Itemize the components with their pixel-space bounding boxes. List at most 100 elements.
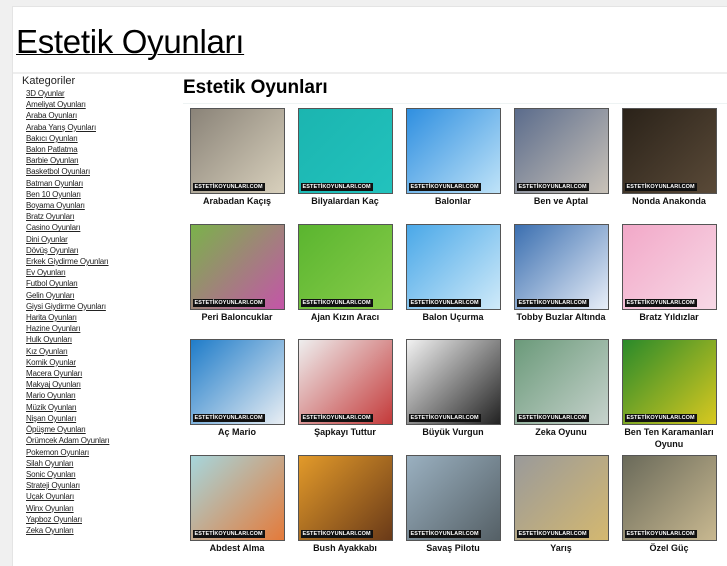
sidebar-category-link[interactable]: Araba Yarış Oyunları	[26, 122, 182, 133]
sidebar-category-link[interactable]: Araba Oyunları	[26, 110, 182, 121]
sidebar-category-link[interactable]: Dövüş Oyunları	[26, 245, 182, 256]
game-title-link[interactable]: Ben ve Aptal	[507, 196, 615, 208]
sidebar-category-link[interactable]: Dini Oyunlar	[26, 234, 182, 245]
game-thumbnail[interactable]: ESTETİKOYUNLARI.COM	[297, 454, 393, 541]
sidebar-category-link[interactable]: Zeka Oyunları	[26, 525, 182, 536]
game-title-link[interactable]: Ben Ten Karamanları Oyunu	[615, 427, 723, 450]
sidebar-category-link[interactable]: Kız Oyunları	[26, 346, 182, 357]
sidebar-category-link[interactable]: Müzik Oyunları	[26, 402, 182, 413]
game-card[interactable]: ESTETİKOYUNLARI.COM Bush Ayakkabı	[291, 454, 399, 555]
game-card[interactable]: ESTETİKOYUNLARI.COM Ajan Kızın Aracı	[291, 223, 399, 324]
game-thumbnail[interactable]: ESTETİKOYUNLARI.COM	[189, 454, 285, 541]
sidebar-category-link[interactable]: Makyaj Oyunları	[26, 379, 182, 390]
sidebar-category-link[interactable]: Giysi Giydirme Oyunları	[26, 301, 182, 312]
sidebar-category-link[interactable]: Bratz Oyunları	[26, 211, 182, 222]
game-card[interactable]: ESTETİKOYUNLARI.COM Peri Baloncuklar	[183, 223, 291, 324]
game-thumbnail[interactable]: ESTETİKOYUNLARI.COM	[297, 339, 393, 425]
sidebar-category-link[interactable]: Ameliyat Oyunları	[26, 99, 182, 110]
game-thumbnail[interactable]: ESTETİKOYUNLARI.COM	[621, 454, 717, 541]
sidebar-category-link[interactable]: Barbie Oyunları	[26, 155, 182, 166]
game-thumbnail[interactable]: ESTETİKOYUNLARI.COM	[621, 108, 717, 194]
game-thumbnail[interactable]: ESTETİKOYUNLARI.COM	[297, 108, 393, 194]
sidebar-category-link[interactable]: Macera Oyunları	[26, 368, 182, 379]
game-thumbnail[interactable]: ESTETİKOYUNLARI.COM	[513, 339, 609, 425]
game-title-link[interactable]: Özel Güç	[615, 543, 723, 555]
game-title-link[interactable]: Tobby Buzlar Altında	[507, 312, 615, 324]
game-title-link[interactable]: Balonlar	[399, 196, 507, 208]
game-card[interactable]: ESTETİKOYUNLARI.COM Savaş Pilotu	[399, 454, 507, 555]
game-title-link[interactable]: Arabadan Kaçış	[183, 196, 291, 208]
sidebar-category-link[interactable]: Hulk Oyunları	[26, 334, 182, 345]
sidebar-category-link[interactable]: Nişan Oyunları	[26, 413, 182, 424]
sidebar-category-link[interactable]: Casino Oyunları	[26, 222, 182, 233]
game-thumbnail[interactable]: ESTETİKOYUNLARI.COM	[405, 454, 501, 541]
game-thumbnail[interactable]: ESTETİKOYUNLARI.COM	[189, 108, 285, 194]
game-card[interactable]: ESTETİKOYUNLARI.COM Aç Mario	[183, 339, 291, 439]
game-thumbnail[interactable]: ESTETİKOYUNLARI.COM	[189, 223, 285, 310]
sidebar-category-link[interactable]: Harita Oyunları	[26, 312, 182, 323]
game-thumbnail[interactable]: ESTETİKOYUNLARI.COM	[513, 454, 609, 541]
game-thumbnail[interactable]: ESTETİKOYUNLARI.COM	[405, 223, 501, 310]
game-title-link[interactable]: Zeka Oyunu	[507, 427, 615, 439]
sidebar-category-link[interactable]: Futbol Oyunları	[26, 278, 182, 289]
game-card[interactable]: ESTETİKOYUNLARI.COM Bilyalardan Kaç	[291, 108, 399, 208]
game-thumbnail[interactable]: ESTETİKOYUNLARI.COM	[405, 339, 501, 425]
sidebar-category-link[interactable]: Balon Patlatma	[26, 144, 182, 155]
game-thumbnail[interactable]: ESTETİKOYUNLARI.COM	[297, 223, 393, 310]
sidebar-category-link[interactable]: Erkek Giydirme Oyunları	[26, 256, 182, 267]
game-card[interactable]: ESTETİKOYUNLARI.COM Büyük Vurgun	[399, 339, 507, 439]
game-card[interactable]: ESTETİKOYUNLARI.COM Tobby Buzlar Altında	[507, 223, 615, 324]
game-title-link[interactable]: Yarış	[507, 543, 615, 555]
sidebar-category-link[interactable]: Mario Oyunları	[26, 390, 182, 401]
game-card[interactable]: ESTETİKOYUNLARI.COM Ben Ten Karamanları O…	[615, 339, 723, 450]
game-card[interactable]: ESTETİKOYUNLARI.COM Balon Uçurma	[399, 223, 507, 324]
game-thumbnail[interactable]: ESTETİKOYUNLARI.COM	[189, 339, 285, 425]
game-card[interactable]: ESTETİKOYUNLARI.COM Zeka Oyunu	[507, 339, 615, 439]
sidebar-category-link[interactable]: Komik Oyunlar	[26, 357, 182, 368]
game-card[interactable]: ESTETİKOYUNLARI.COM Balonlar	[399, 108, 507, 208]
game-title-link[interactable]: Nonda Anakonda	[615, 196, 723, 208]
sidebar-category-link[interactable]: Gelin Oyunları	[26, 290, 182, 301]
game-title-link[interactable]: Bush Ayakkabı	[291, 543, 399, 555]
sidebar-category-link[interactable]: Uçak Oyunları	[26, 491, 182, 502]
site-title-link[interactable]: Estetik Oyunları	[16, 23, 244, 61]
game-thumbnail[interactable]: ESTETİKOYUNLARI.COM	[405, 108, 501, 194]
game-card[interactable]: ESTETİKOYUNLARI.COM Yarış	[507, 454, 615, 555]
sidebar-category-link[interactable]: Hazine Oyunları	[26, 323, 182, 334]
sidebar-category-link[interactable]: Basketbol Oyunları	[26, 166, 182, 177]
sidebar-category-link[interactable]: Boyama Oyunları	[26, 200, 182, 211]
game-card[interactable]: ESTETİKOYUNLARI.COM Bratz Yıldızlar	[615, 223, 723, 324]
sidebar-category-link[interactable]: Örümcek Adam Oyunları	[26, 435, 182, 446]
game-card[interactable]: ESTETİKOYUNLARI.COM Ben ve Aptal	[507, 108, 615, 208]
game-title-link[interactable]: Balon Uçurma	[399, 312, 507, 324]
sidebar-category-link[interactable]: Batman Oyunları	[26, 178, 182, 189]
game-title-link[interactable]: Bratz Yıldızlar	[615, 312, 723, 324]
game-card[interactable]: ESTETİKOYUNLARI.COM Şapkayı Tuttur	[291, 339, 399, 439]
game-thumbnail[interactable]: ESTETİKOYUNLARI.COM	[621, 339, 717, 425]
game-title-link[interactable]: Ajan Kızın Aracı	[291, 312, 399, 324]
game-thumbnail[interactable]: ESTETİKOYUNLARI.COM	[621, 223, 717, 310]
game-card[interactable]: ESTETİKOYUNLARI.COM Nonda Anakonda	[615, 108, 723, 208]
sidebar-category-link[interactable]: Ev Oyunları	[26, 267, 182, 278]
sidebar-category-link[interactable]: Bakıcı Oyunları	[26, 133, 182, 144]
game-thumbnail[interactable]: ESTETİKOYUNLARI.COM	[513, 108, 609, 194]
game-card[interactable]: ESTETİKOYUNLARI.COM Arabadan Kaçış	[183, 108, 291, 208]
sidebar-category-link[interactable]: Yapboz Oyunları	[26, 514, 182, 525]
game-title-link[interactable]: Şapkayı Tuttur	[291, 427, 399, 439]
game-title-link[interactable]: Bilyalardan Kaç	[291, 196, 399, 208]
sidebar-category-link[interactable]: Öpüşme Oyunları	[26, 424, 182, 435]
game-title-link[interactable]: Aç Mario	[183, 427, 291, 439]
game-thumbnail[interactable]: ESTETİKOYUNLARI.COM	[513, 223, 609, 310]
sidebar-category-link[interactable]: Pokemon Oyunları	[26, 447, 182, 458]
game-card[interactable]: ESTETİKOYUNLARI.COM Abdest Alma	[183, 454, 291, 555]
sidebar-category-link[interactable]: 3D Oyunlar	[26, 88, 182, 99]
sidebar-category-link[interactable]: Winx Oyunları	[26, 503, 182, 514]
sidebar-category-link[interactable]: Ben 10 Oyunları	[26, 189, 182, 200]
game-title-link[interactable]: Savaş Pilotu	[399, 543, 507, 555]
game-title-link[interactable]: Abdest Alma	[183, 543, 291, 555]
sidebar-category-link[interactable]: Silah Oyunları	[26, 458, 182, 469]
sidebar-category-link[interactable]: Strateji Oyunları	[26, 480, 182, 491]
sidebar-category-link[interactable]: Sonic Oyunları	[26, 469, 182, 480]
game-title-link[interactable]: Peri Baloncuklar	[183, 312, 291, 324]
game-card[interactable]: ESTETİKOYUNLARI.COM Özel Güç	[615, 454, 723, 555]
